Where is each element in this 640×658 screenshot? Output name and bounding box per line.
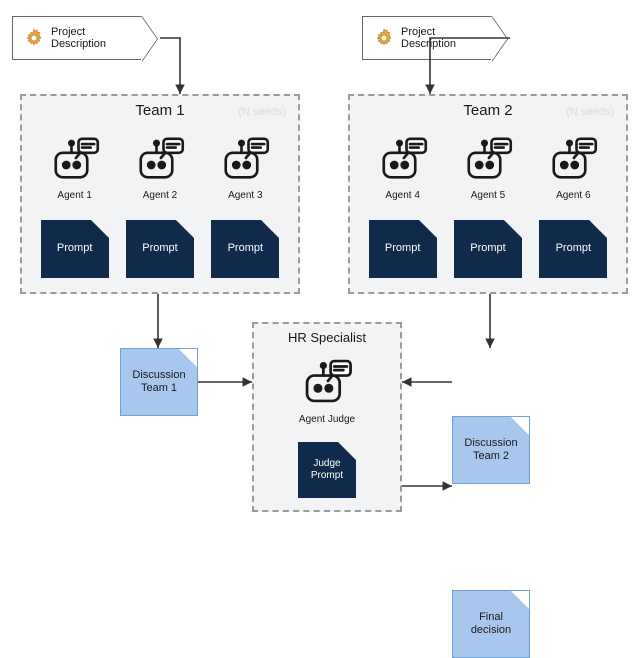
discussion-team1: Discussion Team 1 xyxy=(120,348,198,416)
hr-title: HR Specialist xyxy=(254,330,400,345)
prompt-label: Prompt xyxy=(142,242,177,255)
prompt-doc: Prompt xyxy=(126,220,194,278)
team1-prompts: Prompt Prompt Prompt xyxy=(22,220,298,278)
prompt-label: Prompt xyxy=(470,242,505,255)
team1-agents: Agent 1 Agent 2 xyxy=(22,130,298,201)
project-description-label: Project Description xyxy=(51,26,141,50)
agent-label: Agent 2 xyxy=(143,190,177,201)
prompt-doc: Prompt xyxy=(369,220,437,278)
prompt-label: Prompt xyxy=(385,242,420,255)
prompt-doc: Prompt xyxy=(211,220,279,278)
agent-label: Agent 1 xyxy=(57,190,91,201)
team2-panel: Team 2 (N seeds) Agent 4 xyxy=(348,94,628,294)
team1-panel: Team 1 (N seeds) Agent 1 xyxy=(20,94,300,294)
agent-1: Agent 1 xyxy=(36,130,114,201)
robot-icon xyxy=(375,130,431,186)
hr-panel: HR Specialist Agent Judge Judge Prompt xyxy=(252,322,402,512)
prompt-label: Prompt xyxy=(228,242,263,255)
gear-icon xyxy=(373,27,395,49)
prompt-doc: Prompt xyxy=(454,220,522,278)
discussion-label: Discussion Team 2 xyxy=(464,437,517,463)
robot-icon xyxy=(132,130,188,186)
agent-6: Agent 6 xyxy=(534,130,612,201)
robot-icon xyxy=(545,130,601,186)
robot-icon xyxy=(47,130,103,186)
judge-prompt-label: Judge Prompt xyxy=(311,458,343,482)
team1-watermark: (N seeds) xyxy=(238,106,286,118)
robot-icon xyxy=(298,352,356,410)
project-description-label: Project Description xyxy=(401,26,491,50)
hr-agent: Agent Judge xyxy=(254,352,400,425)
agent-4: Agent 4 xyxy=(364,130,442,201)
team2-prompts: Prompt Prompt Prompt xyxy=(350,220,626,278)
prompt-label: Prompt xyxy=(556,242,591,255)
agent-label: Agent 3 xyxy=(228,190,262,201)
agent-label: Agent 6 xyxy=(556,190,590,201)
final-decision-label: Final decision xyxy=(471,611,511,637)
judge-prompt-doc: Judge Prompt xyxy=(298,442,356,498)
team2-agents: Agent 4 Agent 5 xyxy=(350,130,626,201)
agent-2: Agent 2 xyxy=(121,130,199,201)
final-decision: Final decision xyxy=(452,590,530,658)
robot-icon xyxy=(460,130,516,186)
prompt-doc: Prompt xyxy=(41,220,109,278)
project-description-right: Project Description xyxy=(362,16,492,60)
prompt-label: Prompt xyxy=(57,242,92,255)
team2-watermark: (N seeds) xyxy=(566,106,614,118)
agent-3: Agent 3 xyxy=(206,130,284,201)
agent-label: Agent 4 xyxy=(385,190,419,201)
agent-5: Agent 5 xyxy=(449,130,527,201)
prompt-doc: Prompt xyxy=(539,220,607,278)
agent-judge-label: Agent Judge xyxy=(299,414,355,425)
robot-icon xyxy=(217,130,273,186)
gear-icon xyxy=(23,27,45,49)
project-description-left: Project Description xyxy=(12,16,142,60)
discussion-team2: Discussion Team 2 xyxy=(452,416,530,484)
discussion-label: Discussion Team 1 xyxy=(132,369,185,395)
agent-label: Agent 5 xyxy=(471,190,505,201)
